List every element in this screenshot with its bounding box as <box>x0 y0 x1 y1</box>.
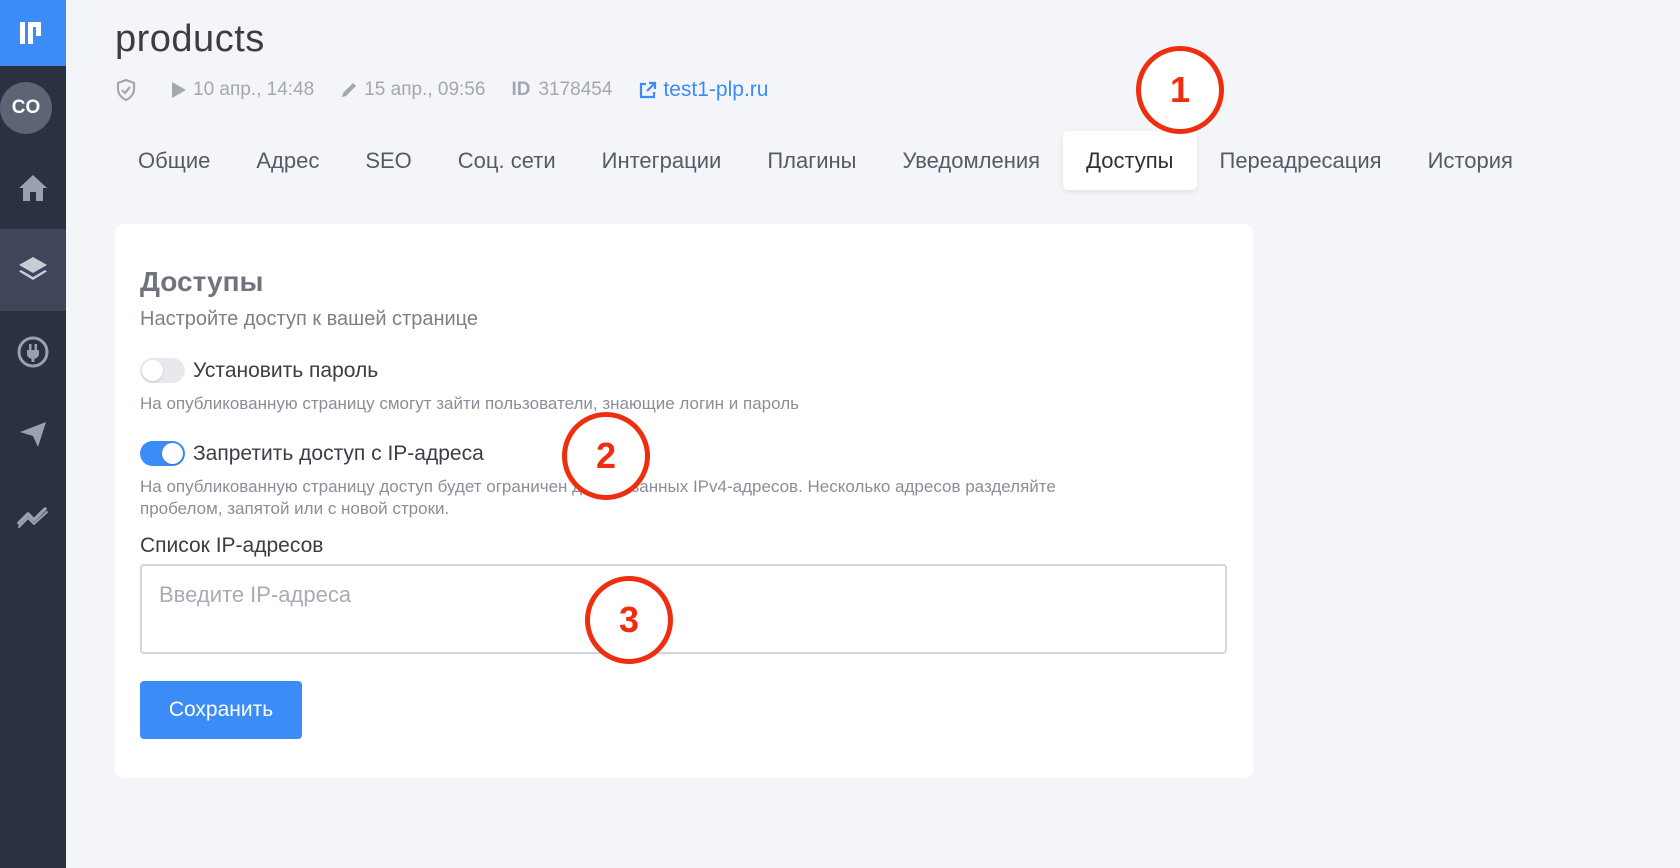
access-settings-card: Доступы Настройте доступ к вашей страниц… <box>115 224 1253 778</box>
tab-access[interactable]: Доступы <box>1063 131 1197 190</box>
edited-date: 15 апр., 09:56 <box>340 79 485 101</box>
tab-plugins[interactable]: Плагины <box>744 131 879 190</box>
tab-integrations[interactable]: Интеграции <box>579 131 745 190</box>
plug-icon <box>17 336 49 368</box>
tab-seo[interactable]: SEO <box>342 131 434 190</box>
page-id-label: ID <box>511 79 531 100</box>
toggle-knob <box>162 443 183 464</box>
save-button[interactable]: Сохранить <box>140 681 302 739</box>
logo-icon[interactable] <box>0 0 66 66</box>
ip-block-toggle-label: Запретить доступ с IP-адреса <box>193 442 484 465</box>
sidebar-item-pages[interactable] <box>0 229 66 311</box>
avatar[interactable]: CO <box>0 82 52 134</box>
sidebar-item-analytics[interactable] <box>0 475 66 557</box>
tab-social[interactable]: Соц. сети <box>435 131 579 190</box>
toggle-knob <box>142 360 163 381</box>
sidebar: CO <box>0 0 66 868</box>
domain-link[interactable]: test1-plp.ru <box>638 78 768 102</box>
sidebar-item-integrations[interactable] <box>0 311 66 393</box>
password-description: На опубликованную страницу смогут зайти … <box>140 394 799 413</box>
card-subtitle: Настройте доступ к вашей странице <box>140 308 479 330</box>
tab-redirect[interactable]: Переадресация <box>1197 131 1405 190</box>
ip-list-input[interactable] <box>140 564 1227 654</box>
ip-block-toggle[interactable] <box>140 441 185 466</box>
layers-icon <box>19 257 47 280</box>
ip-list-label: Список IP-адресов <box>140 534 324 557</box>
sidebar-item-send[interactable] <box>0 393 66 475</box>
password-toggle-label: Установить пароль <box>193 359 379 382</box>
published-date: 10 апр., 14:48 <box>169 79 314 101</box>
tab-history[interactable]: История <box>1405 131 1536 190</box>
ip-block-description-line2: пробелом, запятой или с новой строки. <box>140 499 450 518</box>
play-icon <box>172 82 186 98</box>
domain-link-text: test1-plp.ru <box>663 78 769 101</box>
page-meta: 10 апр., 14:48 15 апр., 09:56 ID 3178454… <box>115 76 768 104</box>
published-date-text: 10 апр., 14:48 <box>193 79 315 100</box>
tab-address[interactable]: Адрес <box>233 131 342 190</box>
sidebar-item-home[interactable] <box>0 147 66 229</box>
edited-date-text: 15 апр., 09:56 <box>364 79 486 100</box>
trend-icon <box>17 507 48 528</box>
page-id-value: 3178454 <box>538 79 613 100</box>
home-icon <box>19 175 47 201</box>
page-id: ID 3178454 <box>511 79 612 101</box>
page-title: products <box>115 18 265 60</box>
annotation-marker-3: 3 <box>585 576 673 664</box>
annotation-marker-2: 2 <box>562 412 650 500</box>
annotation-marker-1: 1 <box>1136 46 1224 134</box>
password-toggle[interactable] <box>140 358 185 383</box>
send-icon <box>20 422 46 447</box>
shield-check-icon <box>115 78 143 102</box>
settings-tabs: Общие Адрес SEO Соц. сети Интеграции Пла… <box>115 131 1536 190</box>
tab-notifications[interactable]: Уведомления <box>880 131 1064 190</box>
pencil-icon <box>342 83 357 97</box>
external-link-icon <box>640 81 657 98</box>
card-title: Доступы <box>140 266 264 297</box>
tab-general[interactable]: Общие <box>115 131 233 190</box>
